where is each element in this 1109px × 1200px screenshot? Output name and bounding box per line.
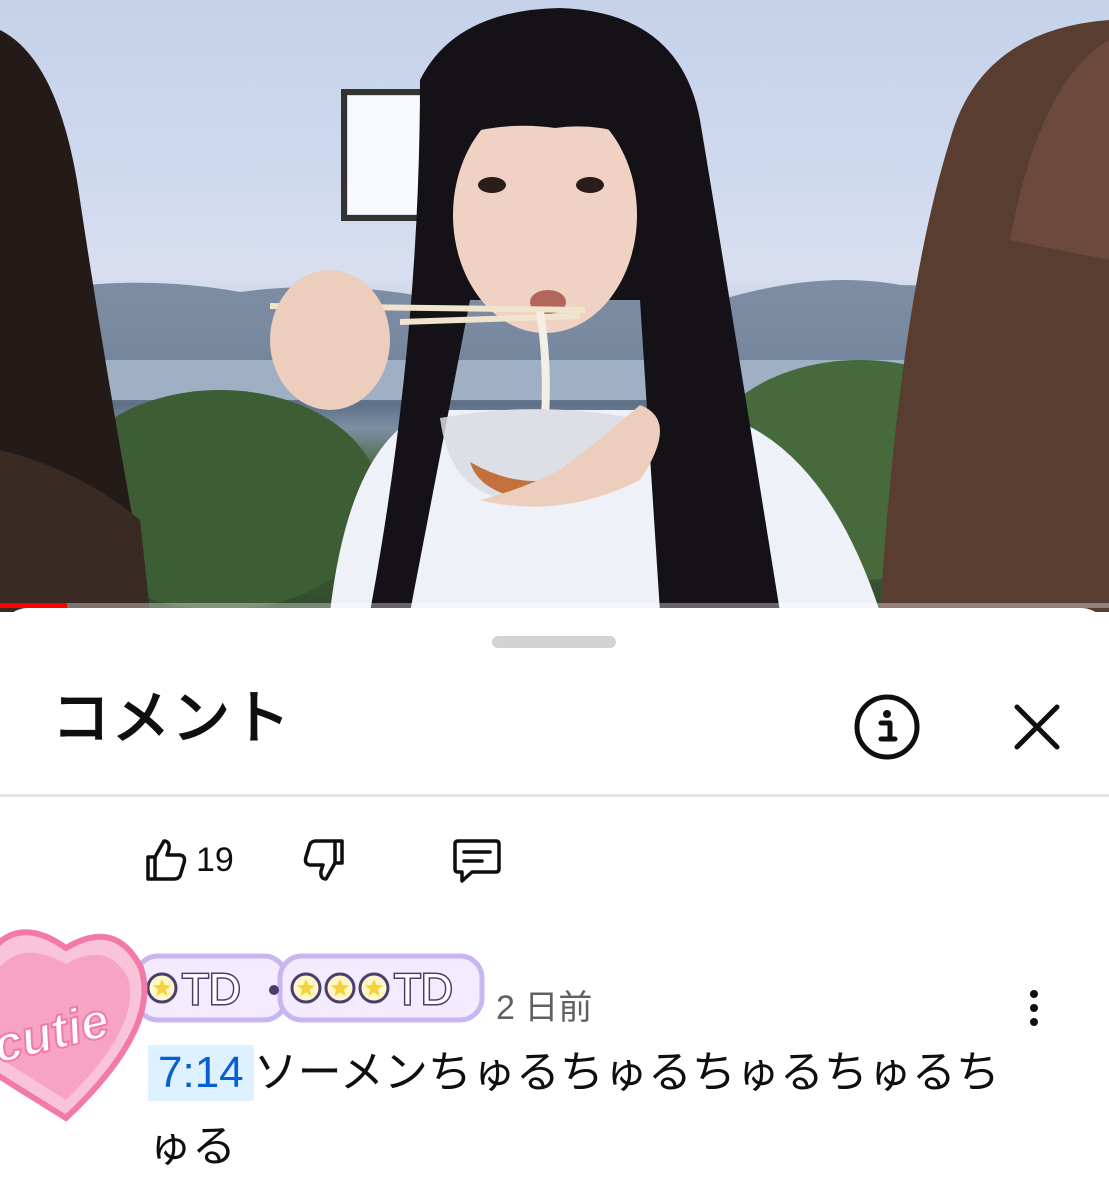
svg-text:TD: TD — [182, 965, 241, 1014]
comment-timestamp-link[interactable]: 7:14 — [148, 1045, 254, 1101]
reply-button[interactable] — [450, 833, 504, 887]
comment-more-button[interactable] — [1012, 980, 1056, 1036]
more-vertical-dot — [1030, 1004, 1038, 1012]
more-vertical-icon — [1030, 990, 1038, 998]
screen: コメント 19 TD TD 2 日前 7:14 ソーメンちゅるちゅるちゅるちゅる… — [0, 0, 1109, 1200]
cutie-heart-sticker: cutie — [0, 929, 148, 1122]
header-divider — [0, 794, 1109, 797]
info-button[interactable] — [848, 688, 926, 766]
comment-icon — [453, 839, 501, 883]
comment-text: ソーメンちゅるちゅるちゅるちゅるちゅる — [148, 1047, 1000, 1172]
drag-handle[interactable] — [492, 636, 616, 648]
comment-age: 2 日前 — [496, 989, 593, 1027]
dislike-button[interactable] — [300, 835, 450, 885]
comments-sheet: コメント 19 TD TD 2 日前 7:14 ソーメンちゅるちゅるちゅるちゅる… — [0, 608, 1109, 1200]
like-button[interactable]: 19 — [140, 835, 300, 885]
comments-title: コメント — [52, 684, 293, 752]
close-button[interactable] — [998, 688, 1076, 766]
like-count: 19 — [196, 840, 234, 879]
comment-actions-row: 19 — [140, 830, 504, 890]
star-circle-icon — [324, 972, 356, 1004]
more-vertical-dot — [1030, 1018, 1038, 1026]
close-icon — [1014, 704, 1060, 750]
svg-text:TD: TD — [394, 965, 453, 1014]
author-handle-badge[interactable]: TD TD — [132, 948, 488, 1028]
video-player[interactable] — [0, 0, 1109, 612]
thumb-down-icon — [303, 839, 344, 881]
star-circle-icon — [290, 972, 322, 1004]
video-frame-illustration — [0, 8, 1109, 612]
thumb-up-icon — [146, 839, 187, 881]
comment-body: 7:14 ソーメンちゅるちゅるちゅるちゅるちゅる — [148, 1036, 1028, 1184]
star-circle-icon — [358, 972, 390, 1004]
info-icon — [854, 694, 920, 760]
